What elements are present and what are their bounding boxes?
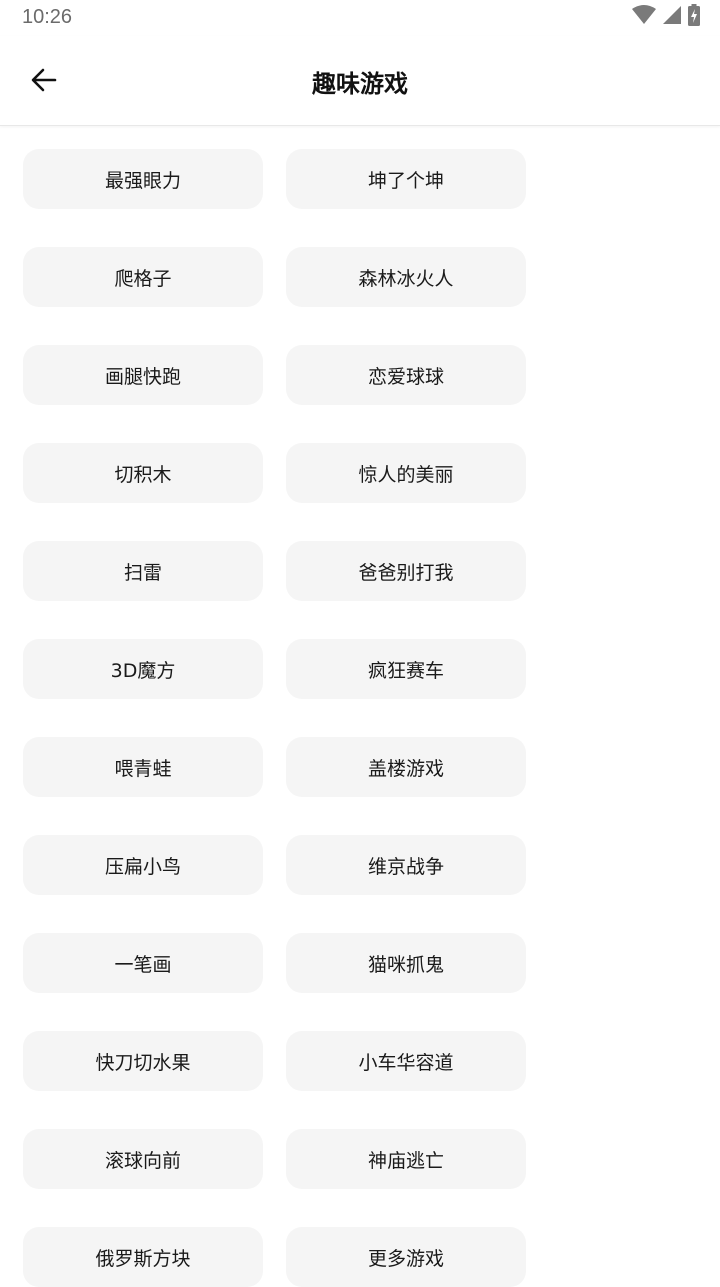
game-tile-cat-ghost[interactable]: 猫咪抓鬼 <box>286 933 526 993</box>
game-tile-baba-bie-da-wo[interactable]: 爸爸别打我 <box>286 541 526 601</box>
game-tile-car-huarong[interactable]: 小车华容道 <box>286 1031 526 1091</box>
game-tile-squash-bird[interactable]: 压扁小鸟 <box>23 835 263 895</box>
game-grid: 最强眼力 坤了个坤 爬格子 森林冰火人 画腿快跑 恋爱球球 切积木 惊人的美丽 … <box>23 149 526 1287</box>
status-time: 10:26 <box>22 6 73 28</box>
status-bar: 10:26 <box>0 0 720 36</box>
game-tile-lianai-qiuqiu[interactable]: 恋爱球球 <box>286 345 526 405</box>
page-title: 趣味游戏 <box>312 70 408 98</box>
game-tile-hua-tui-kuaipao[interactable]: 画腿快跑 <box>23 345 263 405</box>
wifi-icon <box>632 5 656 29</box>
game-tile-pa-gezi[interactable]: 爬格子 <box>23 247 263 307</box>
app-bar: 趣味游戏 <box>0 36 720 126</box>
game-tile-tower-building[interactable]: 盖楼游戏 <box>286 737 526 797</box>
battery-charging-icon <box>688 4 700 30</box>
game-tile-temple-run[interactable]: 神庙逃亡 <box>286 1129 526 1189</box>
game-tile-tetris[interactable]: 俄罗斯方块 <box>23 1227 263 1287</box>
game-tile-feed-frog[interactable]: 喂青蛙 <box>23 737 263 797</box>
game-tile-crazy-racing[interactable]: 疯狂赛车 <box>286 639 526 699</box>
game-tile-fruit-cutter[interactable]: 快刀切水果 <box>23 1031 263 1091</box>
game-tile-more-games[interactable]: 更多游戏 <box>286 1227 526 1287</box>
game-tile-jingren-de-meili[interactable]: 惊人的美丽 <box>286 443 526 503</box>
game-tile-kun-le-ge-kun[interactable]: 坤了个坤 <box>286 149 526 209</box>
status-icons <box>632 4 700 30</box>
game-tile-forest-fire-ice[interactable]: 森林冰火人 <box>286 247 526 307</box>
game-tile-one-stroke[interactable]: 一笔画 <box>23 933 263 993</box>
game-tile-viking-war[interactable]: 维京战争 <box>286 835 526 895</box>
game-tile-qie-jimu[interactable]: 切积木 <box>23 443 263 503</box>
game-tile-roll-ball[interactable]: 滚球向前 <box>23 1129 263 1189</box>
game-tile-zuiqiang-yanli[interactable]: 最强眼力 <box>23 149 263 209</box>
game-tile-3d-cube[interactable]: 3D魔方 <box>23 639 263 699</box>
cellular-signal-icon <box>662 5 682 29</box>
game-tile-minesweeper[interactable]: 扫雷 <box>23 541 263 601</box>
